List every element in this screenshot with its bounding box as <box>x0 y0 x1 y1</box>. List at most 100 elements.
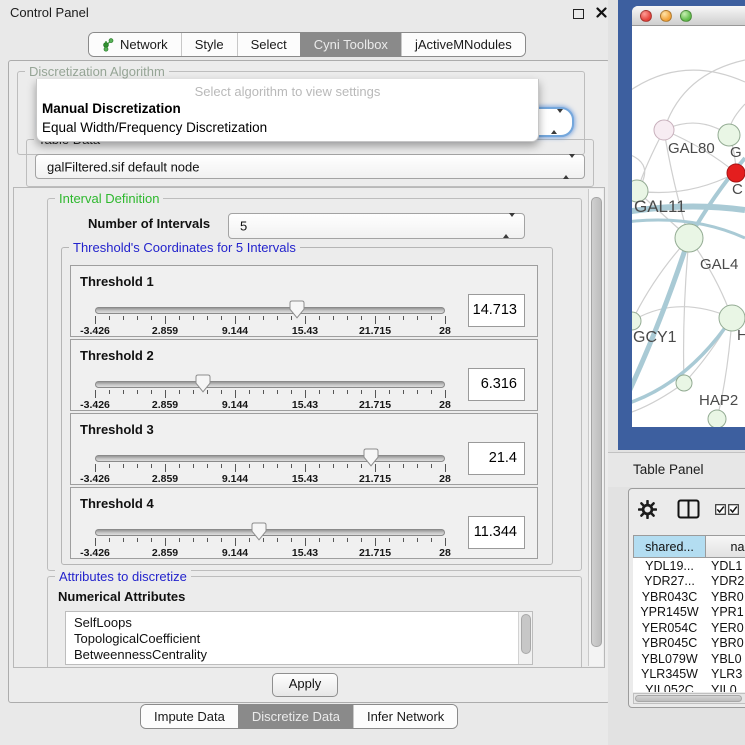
tab-label: Discretize Data <box>252 709 340 724</box>
table-row[interactable]: YPR145WYPR1 <box>633 605 745 621</box>
close-traffic-light-icon[interactable] <box>640 10 652 22</box>
threshold-slider[interactable]: -3.4262.8599.14415.4321.71528 <box>95 448 445 482</box>
numerical-attributes-list[interactable]: SelfLoopsTopologicalCoefficientBetweenne… <box>65 611 533 665</box>
threshold-slider[interactable]: -3.4262.8599.14415.4321.71528 <box>95 374 445 408</box>
list-scrollbar[interactable] <box>518 612 532 664</box>
attribute-list-item[interactable]: TopologicalCoefficient <box>66 631 532 647</box>
combo-stepper-icon[interactable] <box>503 217 515 235</box>
slider-track[interactable] <box>95 529 445 536</box>
group-title: Discretization Algorithm <box>25 64 169 79</box>
tab-network[interactable]: Network <box>89 33 181 56</box>
threshold-slider[interactable]: -3.4262.8599.14415.4321.71528 <box>95 300 445 334</box>
vertical-scrollbar-thumb[interactable] <box>591 197 602 647</box>
table-cell: YLR3 <box>706 667 742 681</box>
dropdown-placeholder: Select algorithm to view settings <box>37 84 538 99</box>
horizontal-scrollbar-thumb[interactable] <box>635 695 742 702</box>
threshold-label: Threshold 4 <box>80 496 154 511</box>
tab-discretize-data[interactable]: Discretize Data <box>238 705 353 728</box>
table-cell: YIL052C <box>633 683 706 692</box>
network-node[interactable] <box>632 312 641 330</box>
slider-axis-labels: -3.4262.8599.14415.4321.71528 <box>95 473 445 485</box>
tab-jactivemnodules[interactable]: jActiveMNodules <box>401 33 525 56</box>
threshold-value-field[interactable]: 6.316 <box>468 368 525 401</box>
network-graph-canvas[interactable]: GAL80GCGAL11GAL4GCY1HHAP2 <box>632 26 745 427</box>
attribute-list-item[interactable]: BetweennessCentrality <box>66 647 532 663</box>
horizontal-scrollbar[interactable] <box>633 693 745 704</box>
node-label: GCY1 <box>633 329 677 346</box>
dropdown-option-equal-width-frequency[interactable]: Equal Width/Frequency Discretization <box>42 120 267 135</box>
list-scrollbar-thumb[interactable] <box>521 614 531 654</box>
tab-label: Cyni Toolbox <box>314 37 388 52</box>
tab-select[interactable]: Select <box>237 33 300 56</box>
threshold-value-field[interactable]: 14.713 <box>468 294 525 327</box>
table-row[interactable]: YBL079WYBL0 <box>633 651 745 667</box>
float-window-icon[interactable] <box>573 9 584 19</box>
number-of-intervals-combobox[interactable]: 5 <box>228 213 525 239</box>
attribute-list-item[interactable]: SelfLoops <box>66 615 532 631</box>
slider-track[interactable] <box>95 307 445 314</box>
table-row[interactable]: YIL052CYIL0 <box>633 682 745 692</box>
table-row[interactable]: YER054CYER0 <box>633 620 745 636</box>
network-node[interactable] <box>727 164 745 182</box>
split-table-icon[interactable] <box>677 499 700 520</box>
interval-definition-group: Interval Definition Number of Intervals … <box>47 198 582 571</box>
network-node[interactable] <box>718 124 740 146</box>
column-header[interactable]: shared... <box>633 535 706 558</box>
table-cell: YBL079W <box>633 652 706 666</box>
slider-track[interactable] <box>95 381 445 388</box>
checkbox-icon[interactable] <box>728 504 739 515</box>
threshold-label: Threshold 3 <box>80 422 154 437</box>
threshold-panel: Threshold 3 -3.4262.8599.14415.4321.7152… <box>70 413 538 485</box>
close-icon[interactable] <box>596 7 607 18</box>
gear-icon[interactable] <box>638 500 657 519</box>
zoom-traffic-light-icon[interactable] <box>680 10 692 22</box>
node-label: HAP2 <box>699 392 738 409</box>
threshold-value-field[interactable]: 21.4 <box>468 442 525 475</box>
table-row[interactable]: YLR345WYLR3 <box>633 667 745 683</box>
threshold-slider[interactable]: -3.4262.8599.14415.4321.71528 <box>95 522 445 556</box>
table-header-row: shared...na <box>633 535 745 558</box>
table-row[interactable]: YDL19...YDL1 <box>633 558 745 574</box>
tab-impute-data[interactable]: Impute Data <box>141 705 238 728</box>
network-view-frame: GAL80GCGAL11GAL4GCY1HHAP2 <box>618 0 745 450</box>
minimize-traffic-light-icon[interactable] <box>660 10 672 22</box>
table-cell: YLR345W <box>633 667 706 681</box>
network-edge <box>632 238 689 321</box>
combo-stepper-icon[interactable] <box>563 158 575 176</box>
slider-track[interactable] <box>95 455 445 462</box>
table-row[interactable]: YBR045CYBR0 <box>633 636 745 652</box>
table-row[interactable]: YDR27...YDR2 <box>633 574 745 590</box>
table-cell: YER054C <box>633 621 706 635</box>
table-row[interactable]: YBR043CYBR0 <box>633 589 745 605</box>
column-header[interactable]: na <box>706 535 745 558</box>
network-node[interactable] <box>654 120 674 140</box>
slider-axis-labels: -3.4262.8599.14415.4321.71528 <box>95 325 445 337</box>
threshold-value-field[interactable]: 11.344 <box>468 516 525 549</box>
table-cell: YBR0 <box>706 636 744 650</box>
group-title: Threshold's Coordinates for 5 Intervals <box>69 240 300 255</box>
table-cell: YDL1 <box>706 559 742 573</box>
combo-stepper-icon[interactable] <box>551 113 563 131</box>
apply-button[interactable]: Apply <box>272 673 338 697</box>
number-of-intervals-value: 5 <box>240 219 247 234</box>
node-label: GAL4 <box>700 256 738 273</box>
vertical-scrollbar[interactable] <box>588 189 603 666</box>
network-node[interactable] <box>708 410 726 427</box>
network-view-window[interactable]: GAL80GCGAL11GAL4GCY1HHAP2 <box>632 6 745 427</box>
tab-cyni-toolbox[interactable]: Cyni Toolbox <box>300 33 401 56</box>
threshold-label: Threshold 1 <box>80 274 154 289</box>
node-label: GAL80 <box>668 140 715 157</box>
tab-infer-network[interactable]: Infer Network <box>353 705 457 728</box>
network-node[interactable] <box>676 375 692 391</box>
dropdown-option-manual-discretization[interactable]: Manual Discretization <box>42 101 181 116</box>
threshold-label: Threshold 2 <box>80 348 154 363</box>
numerical-attributes-label: Numerical Attributes <box>58 589 185 604</box>
network-node[interactable] <box>675 224 703 252</box>
tab-style[interactable]: Style <box>181 33 237 56</box>
group-title: Interval Definition <box>55 191 163 206</box>
attributes-group: Attributes to discretize Numerical Attri… <box>47 576 582 668</box>
top-tab-bar: NetworkStyleSelect Cyni Toolbox jActiveMNo… <box>88 32 526 57</box>
table-data-combobox[interactable]: galFiltered.sif default node <box>35 154 585 179</box>
slider-ticks <box>95 316 445 325</box>
checkbox-icon[interactable] <box>715 504 726 515</box>
